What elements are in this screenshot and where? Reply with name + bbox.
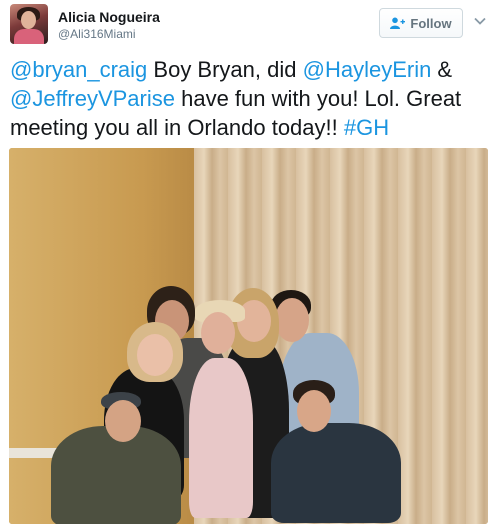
avatar-shirt: [14, 29, 44, 44]
author-name[interactable]: Alicia Nogueira: [58, 9, 160, 25]
tweet-photo[interactable]: [9, 148, 488, 524]
chevron-down-icon[interactable]: [473, 14, 487, 28]
mention-link[interactable]: @bryan_craig: [10, 57, 147, 82]
mention-link[interactable]: @JeffreyVParise: [10, 86, 175, 111]
tweet-text-segment: &: [431, 57, 453, 82]
person-face: [105, 400, 141, 442]
person-body: [271, 423, 401, 523]
person-face: [297, 390, 331, 432]
author-handle[interactable]: @Ali316Miami: [58, 27, 136, 41]
add-user-icon: [390, 17, 406, 29]
person-face: [137, 334, 173, 376]
mention-link[interactable]: @HayleyErin: [303, 57, 432, 82]
follow-button[interactable]: Follow: [379, 8, 463, 38]
tweet-header: Alicia Nogueira @Ali316Miami Follow: [0, 0, 500, 52]
tweet-text-segment: Boy Bryan, did: [147, 57, 303, 82]
person-face: [275, 298, 309, 342]
avatar[interactable]: [10, 4, 48, 44]
tweet-text: @bryan_craig Boy Bryan, did @HayleyErin …: [10, 55, 490, 142]
person-face: [201, 312, 235, 354]
hashtag-link[interactable]: #GH: [344, 115, 389, 140]
follow-label: Follow: [410, 15, 452, 31]
person-body: [189, 358, 253, 518]
avatar-face: [21, 11, 36, 29]
